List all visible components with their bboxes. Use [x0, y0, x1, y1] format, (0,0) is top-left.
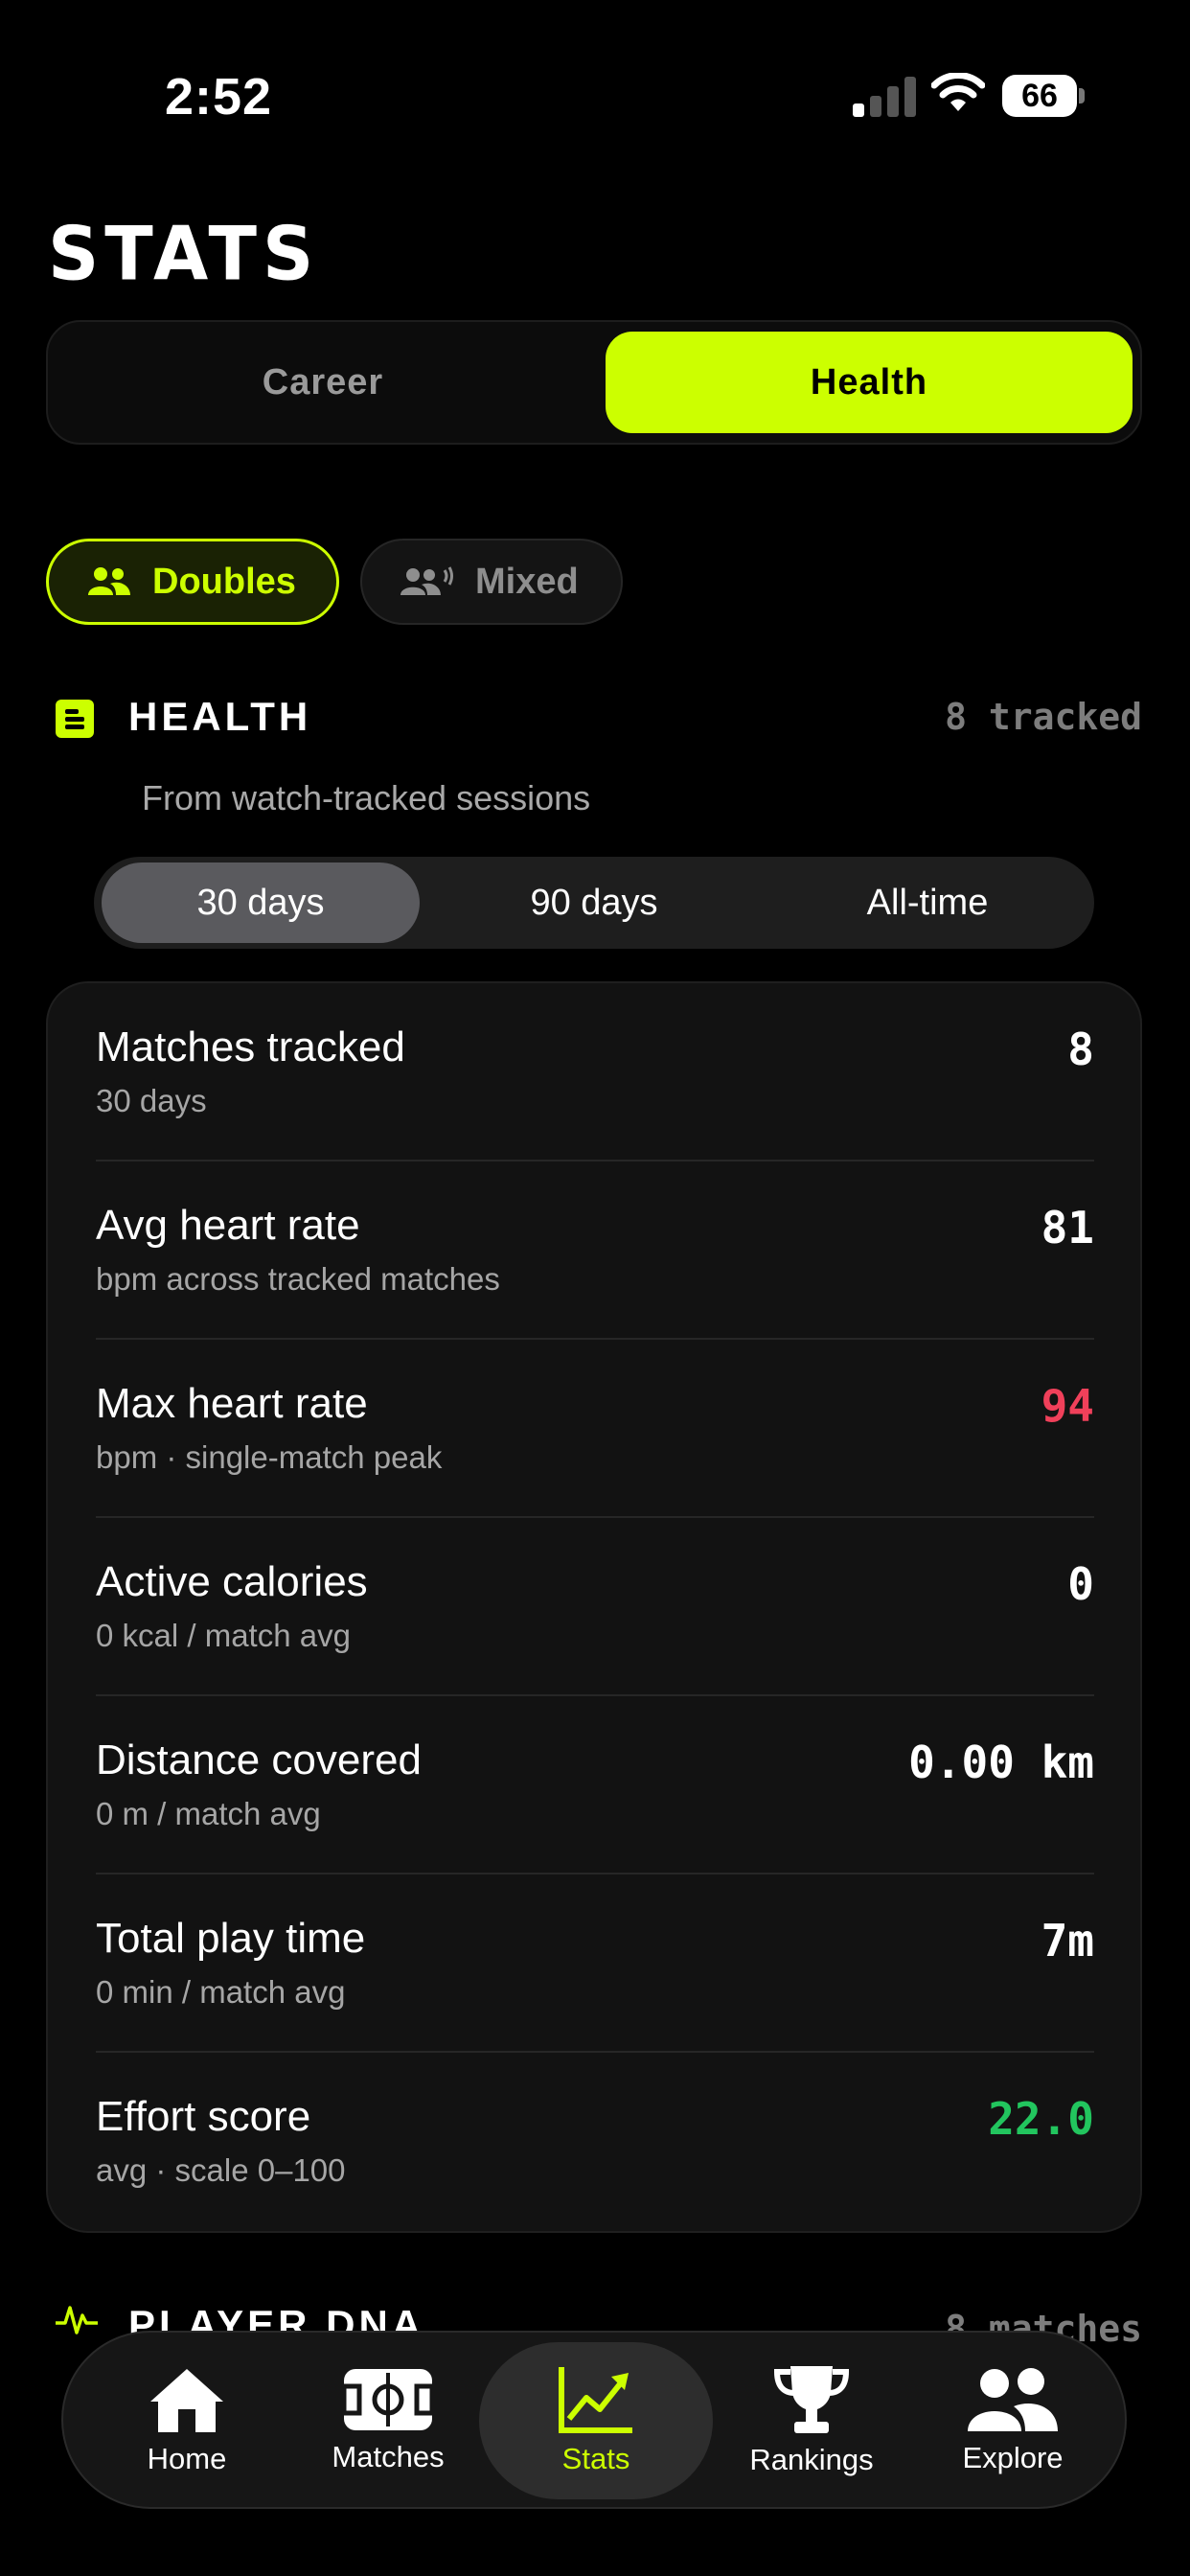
bottom-tab-bar: Home Matches Stats Rankings Explore — [61, 2331, 1127, 2509]
cellular-signal-icon — [853, 75, 918, 117]
health-stats-card: Matches tracked 30 days 8 Avg heart rate… — [46, 981, 1142, 2233]
tab-health[interactable]: Health — [606, 332, 1133, 433]
stat-label: Active calories — [96, 1558, 368, 1605]
range-30-days[interactable]: 30 days — [102, 862, 420, 943]
chart-icon — [559, 2367, 632, 2433]
nav-matches[interactable]: Matches — [287, 2342, 489, 2499]
trophy-icon — [773, 2366, 850, 2433]
nav-home[interactable]: Home — [86, 2342, 287, 2499]
mode-label-mixed: Mixed — [475, 561, 579, 602]
range-all-time[interactable]: All-time — [768, 862, 1087, 943]
nav-rankings[interactable]: Rankings — [711, 2342, 912, 2499]
people-icon — [968, 2368, 1058, 2431]
stat-label: Avg heart rate — [96, 1202, 360, 1249]
mode-chip-doubles[interactable]: Doubles — [46, 539, 339, 625]
health-card-icon — [56, 700, 94, 738]
stat-row-matches-tracked: Matches tracked 30 days 8 — [96, 983, 1094, 1162]
stat-value: 22.0 — [988, 2093, 1094, 2145]
stat-label: Matches tracked — [96, 1024, 405, 1070]
battery-level: 66 — [1002, 75, 1077, 117]
stat-sublabel: 30 days — [96, 1083, 207, 1118]
stat-row-active-calories: Active calories 0 kcal / match avg 0 — [96, 1518, 1094, 1696]
page-title: STATS — [48, 210, 320, 298]
range-90-days[interactable]: 90 days — [435, 862, 753, 943]
stat-label: Max heart rate — [96, 1380, 368, 1427]
stat-row-effort-score: Effort score avg · scale 0–100 22.0 — [96, 2053, 1094, 2231]
stat-sublabel: bpm across tracked matches — [96, 1261, 500, 1297]
tracked-count: 8 tracked — [945, 696, 1142, 738]
status-time: 2:52 — [165, 68, 273, 126]
stat-value: 81 — [1041, 1202, 1094, 1254]
nav-label: Explore — [962, 2441, 1064, 2474]
nav-stats[interactable]: Stats — [479, 2342, 713, 2499]
mode-chip-mixed[interactable]: Mixed — [360, 539, 623, 625]
mixed-icon — [400, 566, 453, 595]
stat-label: Effort score — [96, 2093, 311, 2140]
tab-career[interactable]: Career — [59, 332, 586, 433]
doubles-icon — [88, 567, 130, 595]
section-subtitle: From watch-tracked sessions — [142, 778, 591, 817]
nav-label: Stats — [561, 2442, 630, 2475]
nav-label: Home — [147, 2442, 227, 2475]
pulse-icon — [56, 2306, 98, 2334]
stat-label: Distance covered — [96, 1736, 422, 1783]
stat-sublabel: avg · scale 0–100 — [96, 2152, 346, 2188]
stat-value: 8 — [1067, 1024, 1094, 1075]
stat-row-avg-heart-rate: Avg heart rate bpm across tracked matche… — [96, 1162, 1094, 1340]
stat-value: 7m — [1041, 1915, 1094, 1966]
stat-row-total-play-time: Total play time 0 min / match avg 7m — [96, 1874, 1094, 2053]
stat-value: 94 — [1041, 1380, 1094, 1432]
stat-value: 0 — [1067, 1558, 1094, 1610]
wifi-icon — [931, 73, 985, 111]
battery-icon: 66 — [1002, 75, 1085, 117]
nav-label: Matches — [332, 2440, 445, 2473]
stat-sublabel: 0 kcal / match avg — [96, 1618, 351, 1653]
court-icon — [342, 2369, 434, 2430]
stat-row-max-heart-rate: Max heart rate bpm · single-match peak 9… — [96, 1340, 1094, 1518]
stat-value: 0.00 km — [908, 1736, 1094, 1788]
stat-row-distance-covered: Distance covered 0 m / match avg 0.00 km — [96, 1696, 1094, 1874]
stat-sublabel: bpm · single-match peak — [96, 1439, 443, 1475]
time-range-selector: 30 days 90 days All-time — [94, 857, 1094, 949]
section-title-health: HEALTH — [128, 694, 312, 739]
stat-sublabel: 0 min / match avg — [96, 1974, 346, 2010]
stat-sublabel: 0 m / match avg — [96, 1796, 321, 1831]
nav-explore[interactable]: Explore — [912, 2342, 1113, 2499]
stat-label: Total play time — [96, 1915, 366, 1962]
home-icon — [150, 2369, 223, 2432]
nav-label: Rankings — [749, 2443, 874, 2476]
mode-label-doubles: Doubles — [152, 561, 296, 602]
main-tab-bar: Career Health — [46, 320, 1142, 445]
